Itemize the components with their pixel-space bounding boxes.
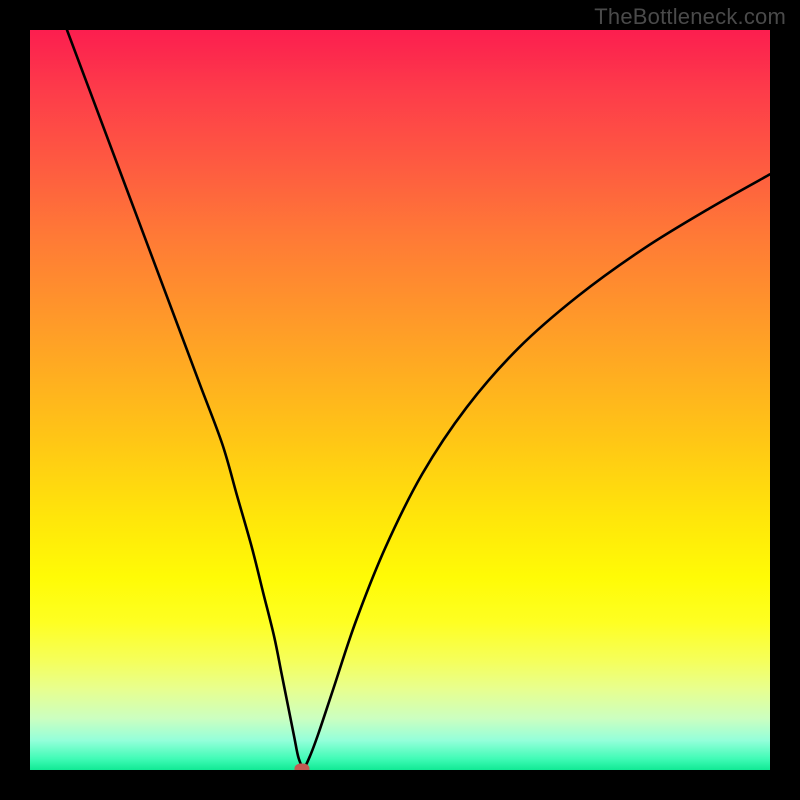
chart-frame: TheBottleneck.com — [0, 0, 800, 800]
bottleneck-curve — [67, 30, 770, 767]
plot-area — [30, 30, 770, 770]
curve-svg — [30, 30, 770, 770]
optimum-marker — [295, 764, 310, 770]
watermark-text: TheBottleneck.com — [594, 4, 786, 30]
